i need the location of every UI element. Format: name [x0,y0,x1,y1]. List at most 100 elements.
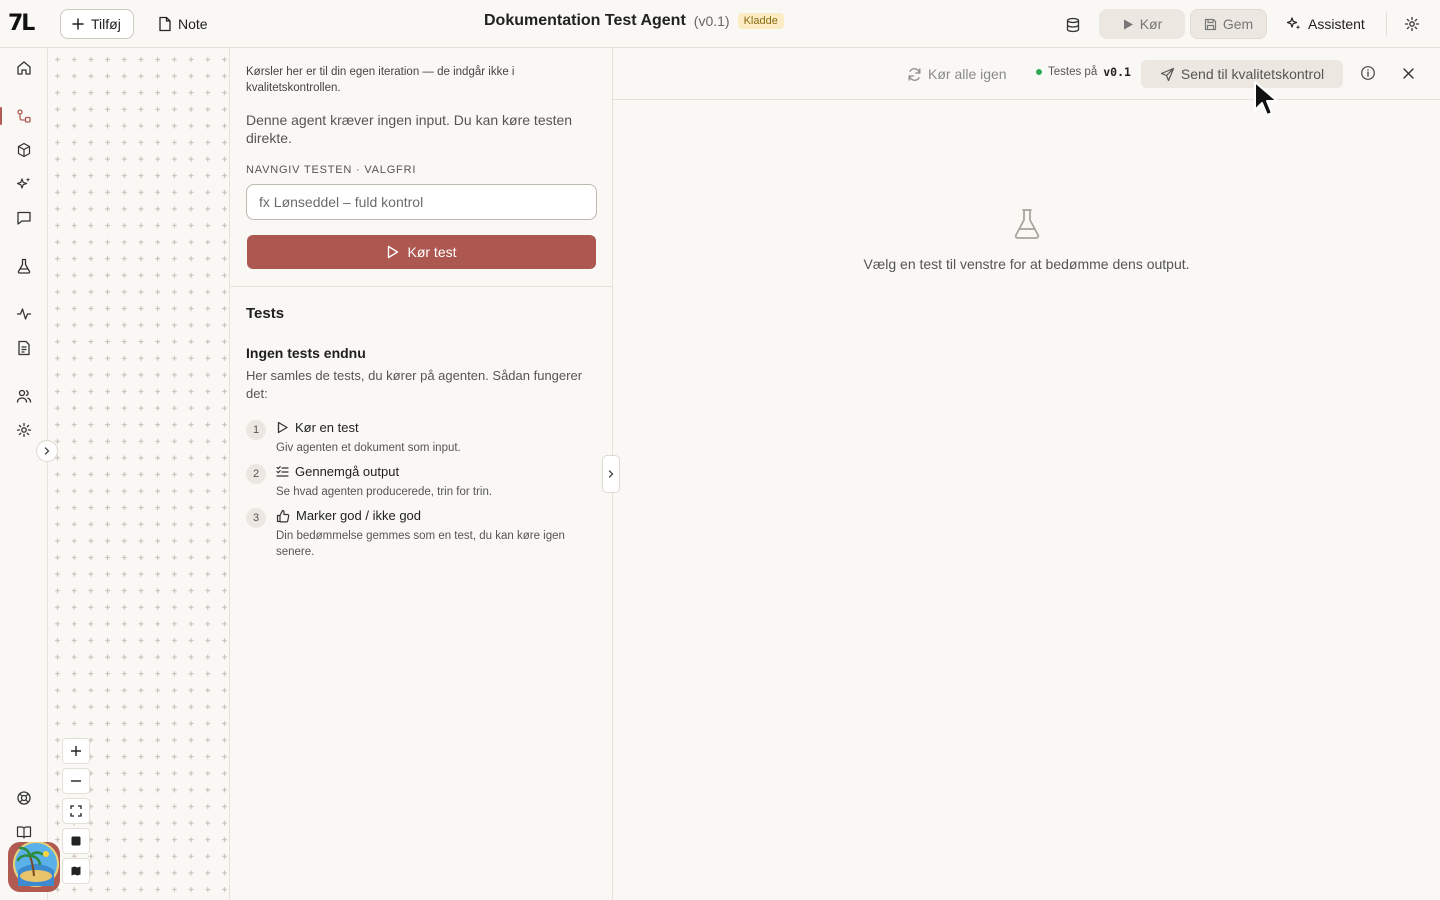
chevron-right-icon [42,446,52,456]
left-sidebar [0,48,48,900]
test-panel: Kørsler her er til din egen iteration — … [229,48,613,900]
tests-heading: Tests [246,305,285,322]
empty-output-message: Vælg en test til venstre for at bedømme … [863,256,1190,272]
sidebar-item-home[interactable] [8,53,40,83]
save-button-label: Gem [1222,16,1254,32]
book-icon [16,824,32,840]
note-icon [158,16,172,32]
save-icon [1204,18,1217,31]
testing-on-label: Testes på [1048,66,1098,78]
zoom-out-button[interactable] [62,768,90,794]
info-icon [1360,65,1376,81]
testing-version-indicator: Testes på v0.1 [1036,65,1131,79]
output-toolbar: Kør alle igen Testes på v0.1 Send til kv… [613,48,1440,100]
note-button[interactable]: Note [150,9,216,39]
flask-icon [16,258,32,274]
users-icon [16,388,32,404]
checklist-icon [276,465,289,478]
status-dot [1036,69,1042,75]
gear-icon [1404,16,1420,32]
app-logo[interactable]: 7L [8,10,42,38]
step-title: Gennemgå output [276,464,399,479]
step-title-text: Gennemgå output [295,464,400,479]
database-button[interactable] [1060,12,1086,38]
empty-tests-description: Her samles de tests, du kører på agenten… [246,368,583,401]
test-name-input[interactable] [246,184,597,220]
fit-view-button[interactable] [62,798,90,824]
sidebar-item-chat[interactable] [8,203,40,233]
run-test-button[interactable]: Kør test [247,235,596,269]
version-label: (v0.1) [693,13,730,29]
collapse-panel-button[interactable] [602,455,620,493]
sidebar-item-ai[interactable] [8,169,40,199]
minimap-button[interactable] [62,858,90,884]
step-description: Se hvad agenten producerede, trin for tr… [276,486,493,498]
flask-icon [1013,208,1041,240]
step-title-text: Marker god / ikke god [296,508,422,523]
refresh-icon [907,67,922,82]
step-number: 3 [246,508,266,528]
close-icon [1402,67,1415,80]
sidebar-item-settings[interactable] [8,415,40,445]
iteration-info-text: Kørsler her er til din egen iteration — … [246,66,515,94]
zoom-in-button[interactable] [62,738,90,764]
panel-divider [230,286,613,287]
database-icon [1065,17,1081,33]
agent-title-group: Dokumentation Test Agent (v0.1) Kladde [484,12,784,30]
help-icon [16,790,32,806]
assistant-button-label: Assistent [1308,16,1365,32]
sidebar-item-tests[interactable] [8,251,40,281]
thumbs-up-icon [276,509,290,523]
step-title: Marker god / ikke god [276,508,421,523]
play-icon [1122,18,1134,31]
sidebar-item-users[interactable] [8,381,40,411]
avatar[interactable] [8,842,60,892]
workflow-icon [16,108,32,124]
step-title: Kør en test [276,420,359,435]
sidebar-item-packages[interactable] [8,135,40,165]
sidebar-item-help[interactable] [8,783,40,813]
lock-canvas-button[interactable] [62,828,90,854]
step-description: Giv agenten et dokument som input. [276,442,461,454]
save-button[interactable]: Gem [1190,9,1267,39]
info-button[interactable] [1357,62,1379,84]
add-button[interactable]: Tilføj [60,9,134,39]
run-button-label: Kør [1139,16,1163,32]
run-test-button-label: Kør test [407,244,457,260]
run-button[interactable]: Kør [1099,9,1185,39]
send-icon [1160,67,1175,82]
document-icon [16,340,32,356]
cube-icon [16,142,32,158]
output-panel: Kør alle igen Testes på v0.1 Send til kv… [613,48,1440,900]
sidebar-item-documents[interactable] [8,333,40,363]
rerun-all-button[interactable]: Kør alle igen [907,63,1007,85]
square-icon [70,835,82,847]
sidebar-item-activity[interactable] [8,299,40,329]
page-title[interactable]: Dokumentation Test Agent [484,12,686,30]
send-to-quality-control-button[interactable]: Send til kvalitetskontrol [1141,60,1343,88]
toolbar-divider [1386,12,1387,36]
step-number: 1 [246,420,266,440]
play-icon [386,245,399,259]
expand-sidebar-button[interactable] [36,440,58,462]
empty-output-state: Vælg en test til venstre for at bedømme … [613,208,1440,272]
settings-icon [16,422,32,438]
sidebar-item-workflows[interactable] [0,101,40,131]
empty-tests-heading: Ingen tests endnu [246,345,366,361]
step-description: Din bedømmelse gemmes som en test, du ka… [276,530,565,558]
rerun-all-label: Kør alle igen [928,66,1007,82]
assistant-button[interactable]: Assistent [1280,9,1371,39]
top-bar: 7L Tilføj Note Dokumentation Test Agent … [0,0,1440,48]
play-icon [276,421,289,434]
testing-version: v0.1 [1103,65,1131,79]
status-badge: Kladde [737,13,784,29]
sparkles-icon [1286,16,1302,32]
test-name-label: Navngiv testen · Valgfri [246,164,417,176]
close-button[interactable] [1397,62,1419,84]
activity-icon [16,306,32,322]
send-button-label: Send til kvalitetskontrol [1180,66,1325,82]
chat-icon [16,210,32,226]
plus-icon [71,17,85,31]
chevron-right-icon [606,469,616,479]
settings-button[interactable] [1400,12,1424,36]
